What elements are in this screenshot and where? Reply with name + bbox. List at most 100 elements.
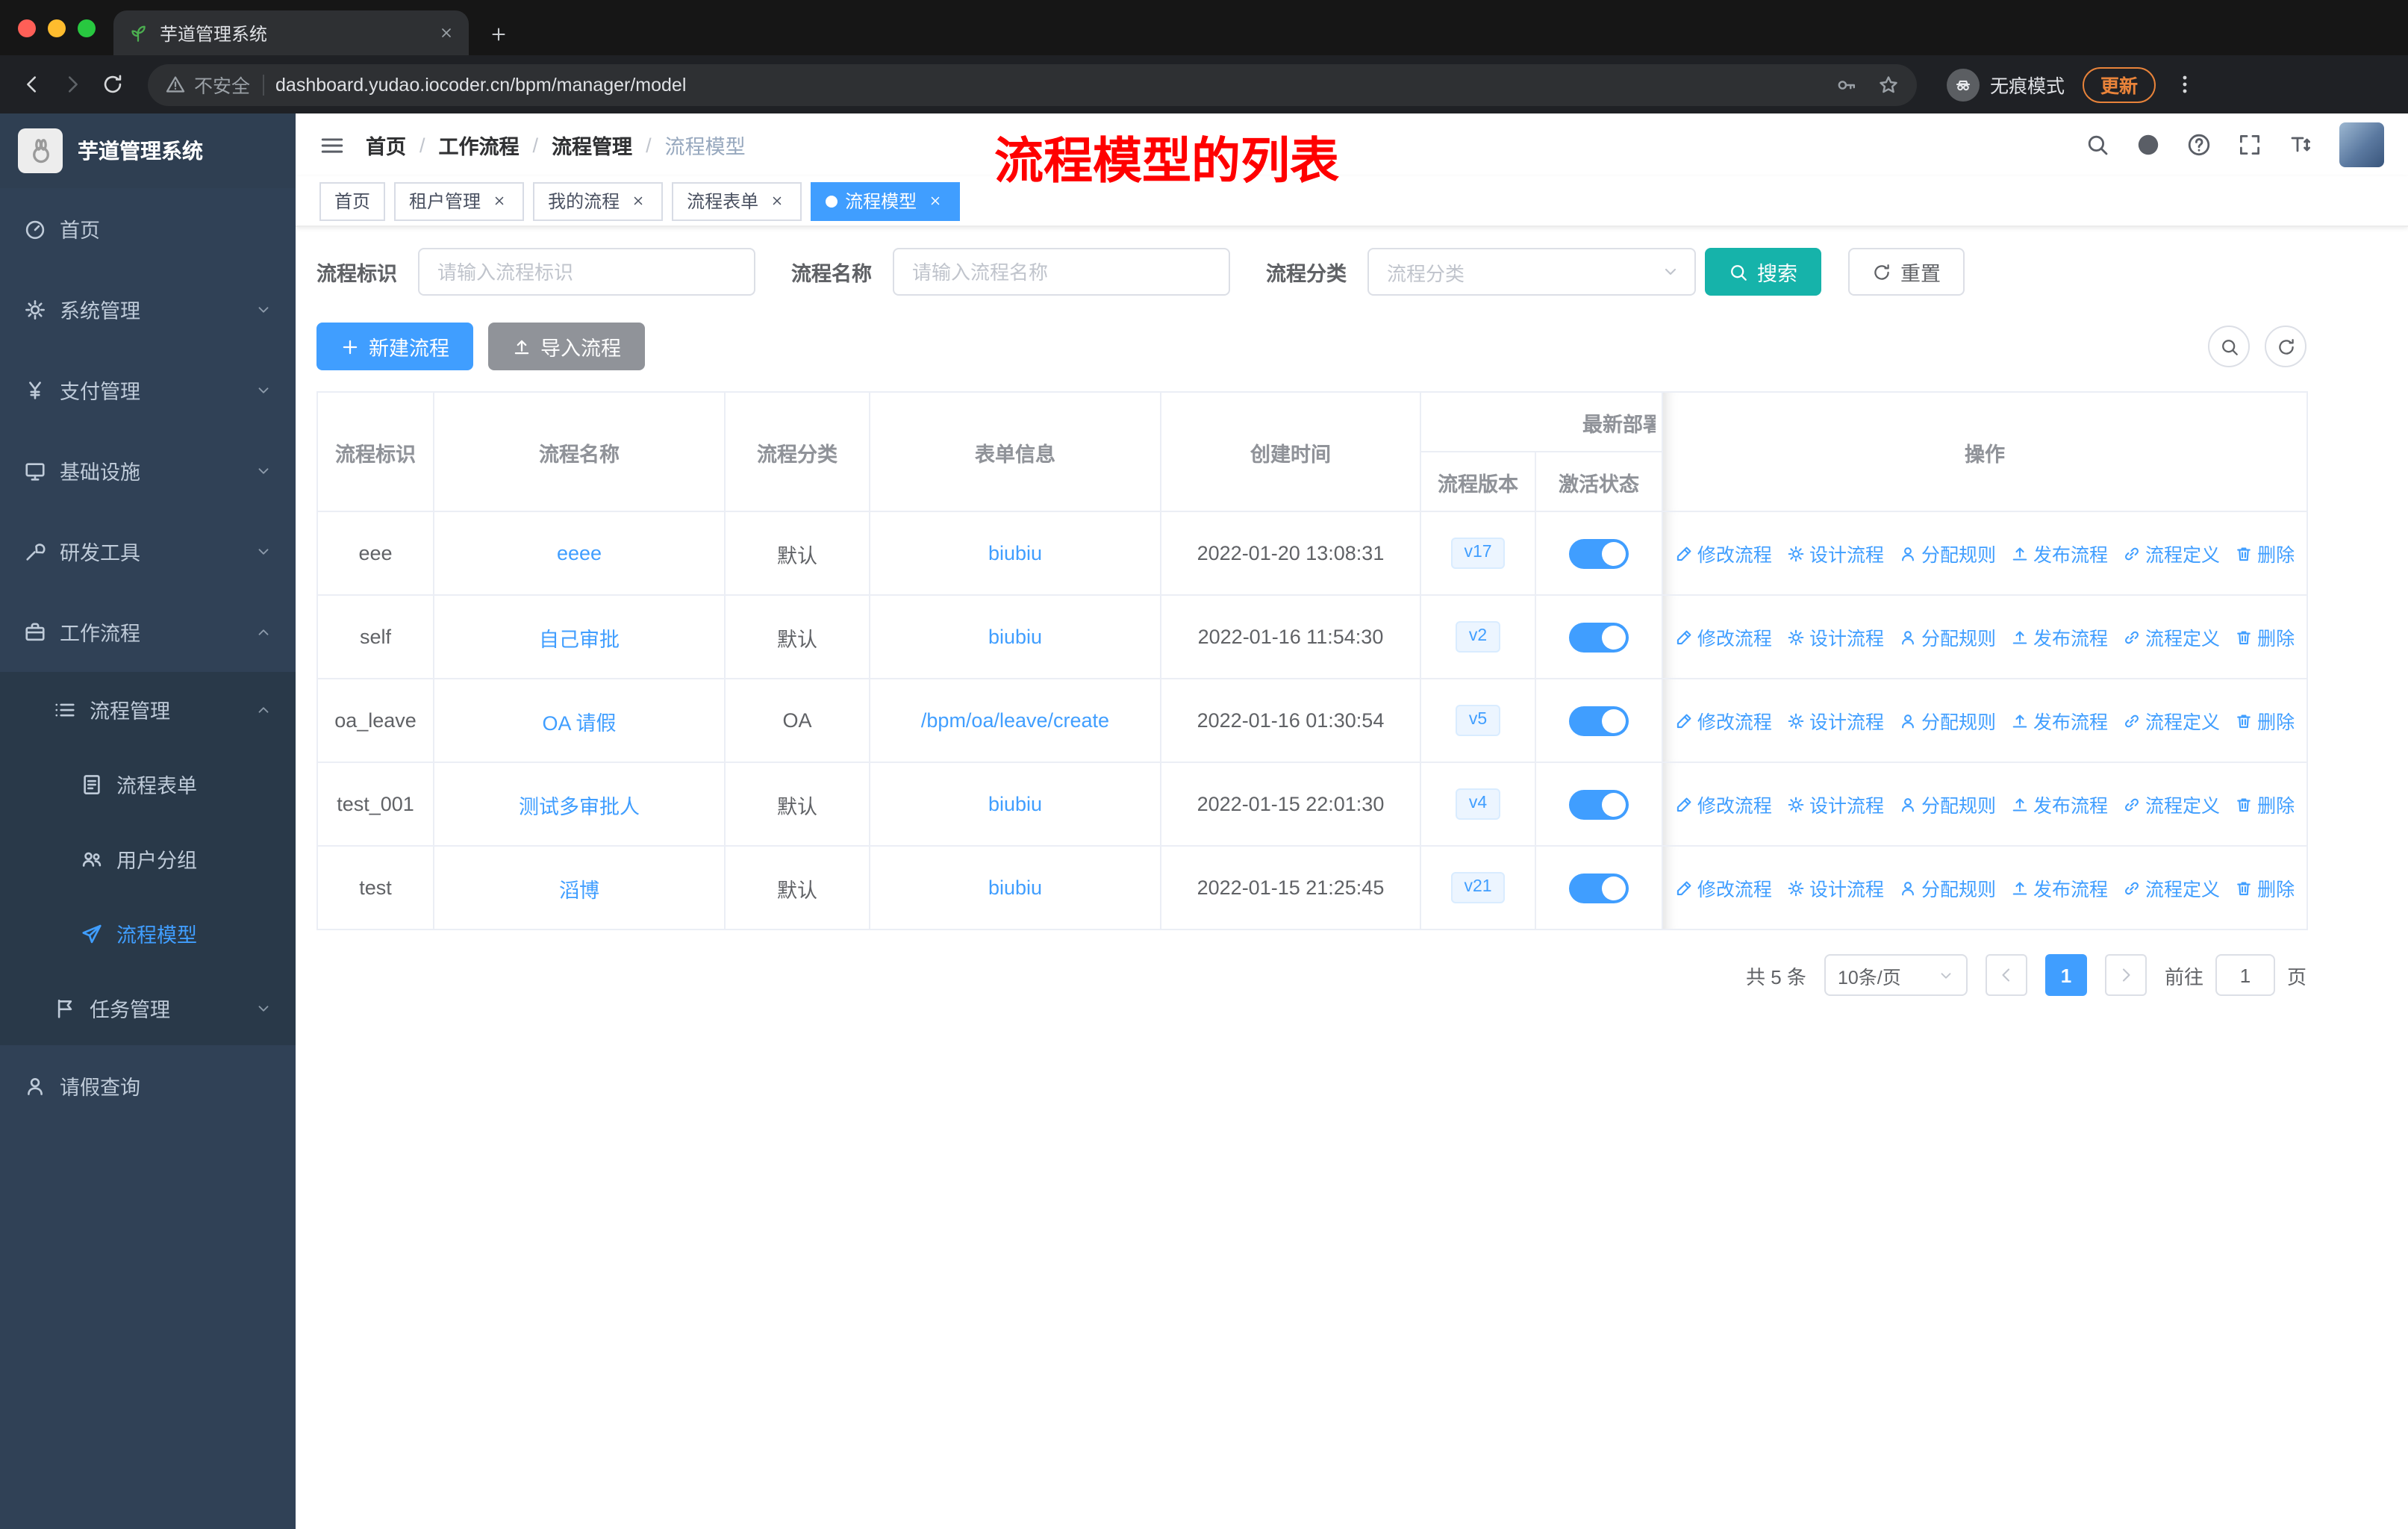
- tag-close-icon[interactable]: [488, 190, 509, 211]
- action-delete-button[interactable]: 删除: [2235, 874, 2295, 902]
- help-icon[interactable]: [2187, 133, 2211, 157]
- action-definition-button[interactable]: 流程定义: [2123, 790, 2220, 818]
- search-button[interactable]: 搜索: [1705, 248, 1821, 296]
- form-info-link[interactable]: biubiu: [988, 542, 1042, 564]
- process-name-link[interactable]: 滔博: [559, 879, 599, 901]
- user-avatar[interactable]: [2339, 122, 2384, 167]
- goto-page-input[interactable]: [2215, 954, 2275, 996]
- back-icon[interactable]: [15, 67, 49, 102]
- next-page-button[interactable]: [2104, 954, 2147, 996]
- window-close-button[interactable]: [18, 19, 36, 37]
- action-delete-button[interactable]: 删除: [2235, 623, 2295, 651]
- category-select[interactable]: 流程分类: [1367, 248, 1696, 296]
- action-design-button[interactable]: 设计流程: [1787, 623, 1884, 651]
- action-delete-button[interactable]: 删除: [2235, 706, 2295, 735]
- page-size-select[interactable]: 10条/页: [1824, 954, 1968, 996]
- form-info-link[interactable]: biubiu: [988, 876, 1042, 899]
- breadcrumb-item[interactable]: 流程管理: [552, 130, 632, 160]
- action-publish-button[interactable]: 发布流程: [2011, 790, 2108, 818]
- active-toggle[interactable]: [1569, 873, 1629, 903]
- action-definition-button[interactable]: 流程定义: [2123, 706, 2220, 735]
- window-maximize-button[interactable]: [78, 19, 96, 37]
- browser-menu-icon[interactable]: [2174, 73, 2196, 96]
- page-number-1[interactable]: 1: [2044, 954, 2087, 996]
- action-delete-button[interactable]: 删除: [2235, 790, 2295, 818]
- reset-button[interactable]: 重置: [1848, 248, 1965, 296]
- sidebar-item-workflow[interactable]: 工作流程: [0, 591, 296, 672]
- breadcrumb-item[interactable]: 流程模型: [665, 130, 746, 160]
- sidebar-item-system[interactable]: 系统管理: [0, 269, 296, 349]
- sidebar-item-devtools[interactable]: 研发工具: [0, 511, 296, 591]
- action-definition-button[interactable]: 流程定义: [2123, 539, 2220, 567]
- tag-close-icon[interactable]: [766, 190, 787, 211]
- tag-home[interactable]: 首页: [319, 181, 386, 220]
- sidebar-item-user-group[interactable]: 用户分组: [0, 821, 296, 896]
- address-bar[interactable]: 不安全 dashboard.yudao.iocoder.cn/bpm/manag…: [148, 63, 1917, 105]
- sidebar-item-infra[interactable]: 基础设施: [0, 430, 296, 511]
- toggle-search-button[interactable]: [2208, 326, 2250, 367]
- process-name-input[interactable]: [893, 248, 1230, 296]
- form-info-link[interactable]: /bpm/oa/leave/create: [921, 709, 1109, 732]
- browser-tab[interactable]: 芋道管理系统: [113, 10, 469, 55]
- action-design-button[interactable]: 设计流程: [1787, 874, 1884, 902]
- sidebar-item-process-manage[interactable]: 流程管理: [0, 672, 296, 747]
- action-assign-button[interactable]: 分配规则: [1899, 539, 1996, 567]
- tag-close-icon[interactable]: [924, 190, 945, 211]
- search-icon[interactable]: [2086, 133, 2109, 157]
- new-tab-button[interactable]: [490, 25, 508, 43]
- action-design-button[interactable]: 设计流程: [1787, 706, 1884, 735]
- reload-icon[interactable]: [96, 67, 130, 102]
- key-icon[interactable]: [1836, 74, 1857, 95]
- incognito-profile-chip[interactable]: 无痕模式: [1947, 68, 2065, 101]
- tag-process-model[interactable]: 流程模型: [811, 181, 961, 220]
- github-icon[interactable]: [2136, 133, 2160, 157]
- bookmark-star-icon[interactable]: [1878, 74, 1899, 95]
- process-name-link[interactable]: 测试多审批人: [519, 795, 640, 818]
- breadcrumb-item[interactable]: 工作流程: [439, 130, 520, 160]
- sidebar-item-process-form[interactable]: 流程表单: [0, 747, 296, 821]
- process-id-input[interactable]: [418, 248, 755, 296]
- sidebar-item-task-manage[interactable]: 任务管理: [0, 971, 296, 1045]
- active-toggle[interactable]: [1569, 622, 1629, 652]
- window-minimize-button[interactable]: [48, 19, 66, 37]
- action-design-button[interactable]: 设计流程: [1787, 790, 1884, 818]
- sidebar-item-payment[interactable]: 支付管理: [0, 349, 296, 430]
- form-info-link[interactable]: biubiu: [988, 793, 1042, 815]
- breadcrumb-item[interactable]: 首页: [366, 130, 406, 160]
- action-edit-button[interactable]: 修改流程: [1675, 706, 1772, 735]
- prev-page-button[interactable]: [1985, 954, 2027, 996]
- action-edit-button[interactable]: 修改流程: [1675, 539, 1772, 567]
- active-toggle[interactable]: [1569, 789, 1629, 819]
- active-toggle[interactable]: [1569, 538, 1629, 568]
- refresh-table-button[interactable]: [2265, 326, 2306, 367]
- forward-icon[interactable]: [55, 67, 90, 102]
- action-publish-button[interactable]: 发布流程: [2011, 623, 2108, 651]
- tag-tenant[interactable]: 租户管理: [394, 181, 525, 220]
- tag-process-form[interactable]: 流程表单: [672, 181, 802, 220]
- sidebar-item-home[interactable]: 首页: [0, 188, 296, 269]
- tag-my-process[interactable]: 我的流程: [533, 181, 664, 220]
- sidebar-item-process-model[interactable]: 流程模型: [0, 896, 296, 971]
- action-definition-button[interactable]: 流程定义: [2123, 874, 2220, 902]
- action-design-button[interactable]: 设计流程: [1787, 539, 1884, 567]
- action-assign-button[interactable]: 分配规则: [1899, 874, 1996, 902]
- tab-close-icon[interactable]: [439, 25, 454, 40]
- action-publish-button[interactable]: 发布流程: [2011, 874, 2108, 902]
- action-edit-button[interactable]: 修改流程: [1675, 874, 1772, 902]
- sidebar-collapse-icon[interactable]: [319, 132, 345, 158]
- action-edit-button[interactable]: 修改流程: [1675, 623, 1772, 651]
- action-publish-button[interactable]: 发布流程: [2011, 539, 2108, 567]
- active-toggle[interactable]: [1569, 706, 1629, 735]
- sidebar-item-leave-query[interactable]: 请假查询: [0, 1045, 296, 1126]
- font-size-icon[interactable]: [2289, 133, 2312, 157]
- action-edit-button[interactable]: 修改流程: [1675, 790, 1772, 818]
- form-info-link[interactable]: biubiu: [988, 626, 1042, 648]
- action-assign-button[interactable]: 分配规则: [1899, 623, 1996, 651]
- fullscreen-icon[interactable]: [2238, 133, 2262, 157]
- tag-close-icon[interactable]: [627, 190, 648, 211]
- process-name-link[interactable]: 自己审批: [539, 628, 620, 650]
- security-indicator[interactable]: 不安全: [166, 70, 250, 99]
- process-name-link[interactable]: eeee: [557, 542, 602, 564]
- action-definition-button[interactable]: 流程定义: [2123, 623, 2220, 651]
- create-process-button[interactable]: 新建流程: [316, 323, 473, 370]
